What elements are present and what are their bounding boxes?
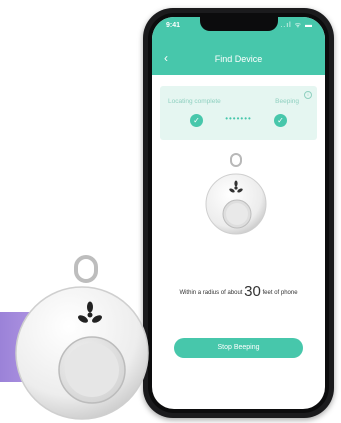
smartphone: 9:41 ..ıl ᯤ ▬ ‹ Find Device Locating com… — [143, 8, 334, 418]
phone-bezel: 9:41 ..ıl ᯤ ▬ ‹ Find Device Locating com… — [148, 13, 329, 413]
beeping-label: Beeping — [275, 98, 299, 105]
phone-notch — [199, 17, 278, 31]
check-icon: ✓ — [190, 114, 203, 127]
progress-dots: ••••••• — [225, 114, 252, 123]
status-time: 9:41 — [166, 22, 181, 29]
info-icon[interactable]: i — [304, 91, 312, 99]
distance-value: 30 — [244, 283, 261, 300]
app-header: 9:41 ..ıl ᯤ ▬ ‹ Find Device — [152, 17, 325, 75]
status-icons: ..ıl ᯤ ▬ — [280, 22, 313, 29]
phone-screen: 9:41 ..ıl ᯤ ▬ ‹ Find Device Locating com… — [152, 17, 325, 409]
page-title: Find Device — [214, 54, 263, 64]
stop-beeping-button[interactable]: Stop Beeping — [174, 338, 303, 358]
check-icon: ✓ — [274, 114, 287, 127]
locating-complete-label: Locating complete — [168, 98, 221, 105]
locating-status-card: Locating complete Beeping i ✓ ••••••• ✓ — [160, 86, 317, 140]
tracker-device-image — [205, 153, 267, 235]
distance-suffix: feet of phone — [262, 290, 298, 296]
distance-text: Within a radius of about 30 feet of phon… — [152, 283, 325, 300]
distance-prefix: Within a radius of about — [179, 290, 243, 296]
tracker-device-large-image — [15, 255, 149, 420]
